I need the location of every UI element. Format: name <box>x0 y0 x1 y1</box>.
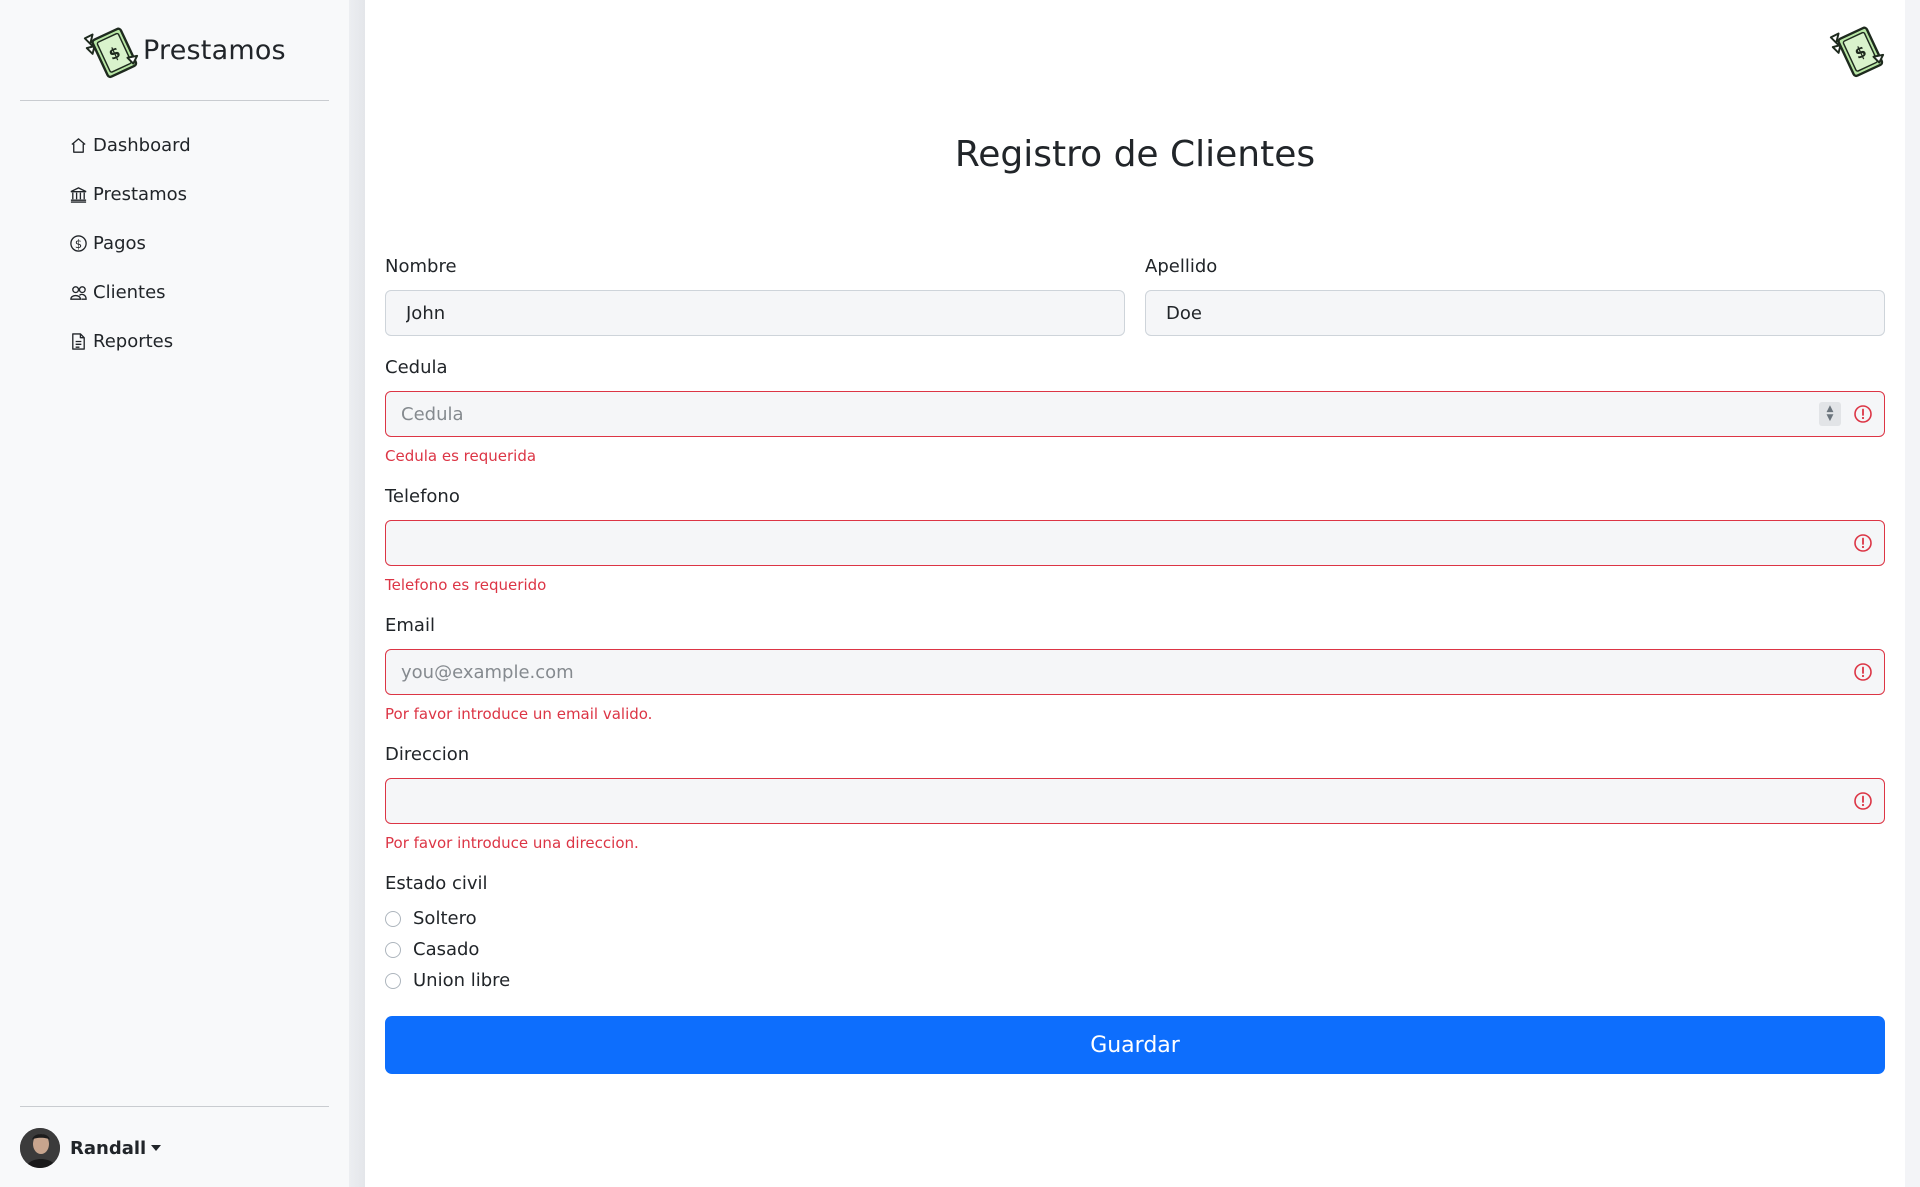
sidebar-item-label: Reportes <box>93 331 174 352</box>
sidebar-item-label: Pagos <box>93 233 146 254</box>
error-icon <box>1854 405 1872 423</box>
svg-text:$: $ <box>75 237 82 251</box>
home-icon <box>71 138 86 153</box>
document-icon <box>72 333 85 350</box>
user-menu-toggle[interactable]: Randall <box>20 1127 162 1169</box>
dollar-circle-icon: $ <box>70 235 87 252</box>
cedula-label: Cedula <box>385 357 448 378</box>
sidebar-item-label: Dashboard <box>93 135 191 156</box>
cedula-field[interactable] <box>385 391 1885 437</box>
radio-label: Union libre <box>413 970 511 991</box>
radio-casado[interactable]: Casado <box>385 934 1885 965</box>
telefono-field[interactable] <box>385 520 1885 566</box>
radio-soltero[interactable]: Soltero <box>385 903 1885 934</box>
radio-union-libre[interactable]: Union libre <box>385 965 1885 996</box>
nombre-label: Nombre <box>385 256 457 277</box>
sidebar-divider-bottom <box>20 1106 329 1107</box>
email-label: Email <box>385 615 435 636</box>
flying-money-logo-icon: $ <box>83 27 139 79</box>
telefono-error: Telefono es requerido <box>385 576 547 594</box>
sidebar-item-pagos[interactable]: $ Pagos <box>69 219 191 268</box>
sidebar: $ Prestamos Dashboard Prestamos $ Pagos … <box>0 0 349 1187</box>
main-panel: $ Registro de Clientes Nombre Apellido C… <box>365 0 1905 1187</box>
cedula-error: Cedula es requerida <box>385 447 537 465</box>
guardar-button[interactable]: Guardar <box>385 1016 1885 1074</box>
bank-icon <box>70 187 87 203</box>
telefono-label: Telefono <box>385 486 460 507</box>
sidebar-item-dashboard[interactable]: Dashboard <box>69 121 191 170</box>
radio-circle[interactable] <box>385 910 401 927</box>
apellido-field[interactable] <box>1145 290 1885 336</box>
radio-circle[interactable] <box>385 941 401 958</box>
error-icon <box>1854 792 1872 810</box>
brand-link[interactable]: $ Prestamos <box>79 18 286 82</box>
client-registration-form: Nombre Apellido Cedula ▲▼ Cedula es requ… <box>385 256 1885 1074</box>
caret-down-icon <box>151 1145 162 1151</box>
sidebar-item-label: Clientes <box>93 282 166 303</box>
brand-name: Prestamos <box>143 34 286 66</box>
radio-label: Casado <box>413 939 480 960</box>
email-error: Por favor introduce un email valido. <box>385 705 653 723</box>
user-photo-icon <box>20 1128 60 1168</box>
sidebar-nav: Dashboard Prestamos $ Pagos Clientes Rep… <box>69 121 191 366</box>
sidebar-shadow <box>349 0 365 1187</box>
radio-label: Soltero <box>413 908 477 929</box>
sidebar-item-prestamos[interactable]: Prestamos <box>69 170 191 219</box>
estado-civil-label: Estado civil <box>385 873 488 894</box>
user-name: Randall <box>70 1137 147 1159</box>
flying-money-logo-icon: $ <box>1829 26 1885 78</box>
direccion-label: Direccion <box>385 744 470 765</box>
sidebar-divider-top <box>20 100 329 101</box>
nombre-field[interactable] <box>385 290 1125 336</box>
page-title: Registro de Clientes <box>954 134 1316 175</box>
scrollbar[interactable] <box>1905 0 1920 1187</box>
error-icon <box>1854 663 1872 681</box>
sidebar-item-clientes[interactable]: Clientes <box>69 268 191 317</box>
apellido-label: Apellido <box>1145 256 1218 277</box>
people-icon <box>70 286 87 300</box>
sidebar-item-reportes[interactable]: Reportes <box>69 317 191 366</box>
error-icon <box>1854 534 1872 552</box>
email-field[interactable] <box>385 649 1885 695</box>
direccion-error: Por favor introduce una direccion. <box>385 834 639 852</box>
sidebar-item-label: Prestamos <box>93 184 188 205</box>
number-spinner[interactable]: ▲ ▼ <box>1819 402 1841 426</box>
avatar <box>20 1128 60 1168</box>
radio-circle[interactable] <box>385 972 401 989</box>
direccion-field[interactable] <box>385 778 1885 824</box>
